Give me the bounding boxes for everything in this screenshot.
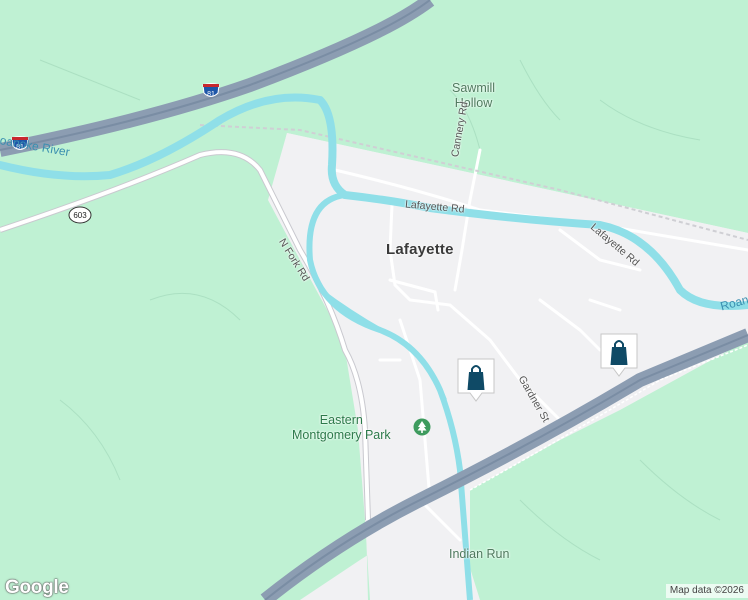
interstate-81-shield-top: 81 (202, 82, 220, 105)
eastern-montgomery-park-label: Eastern Montgomery Park (292, 413, 391, 442)
svg-text:81: 81 (207, 91, 215, 98)
map-canvas[interactable]: 81 81 603 Sawmill Hollow oanoke River Ro… (0, 0, 748, 600)
tree-icon[interactable] (413, 418, 431, 436)
map-attribution[interactable]: Map data ©2026 (665, 584, 748, 598)
lafayette-town-label: Lafayette (386, 241, 454, 258)
map-base-layer (0, 0, 748, 600)
route-603-shield: 603 (68, 206, 92, 229)
indian-run-label: Indian Run (449, 547, 510, 561)
google-logo[interactable]: Google (5, 577, 69, 599)
shopping-marker-1[interactable] (456, 357, 496, 403)
shopping-marker-2[interactable] (599, 332, 639, 378)
svg-text:603: 603 (73, 211, 87, 220)
